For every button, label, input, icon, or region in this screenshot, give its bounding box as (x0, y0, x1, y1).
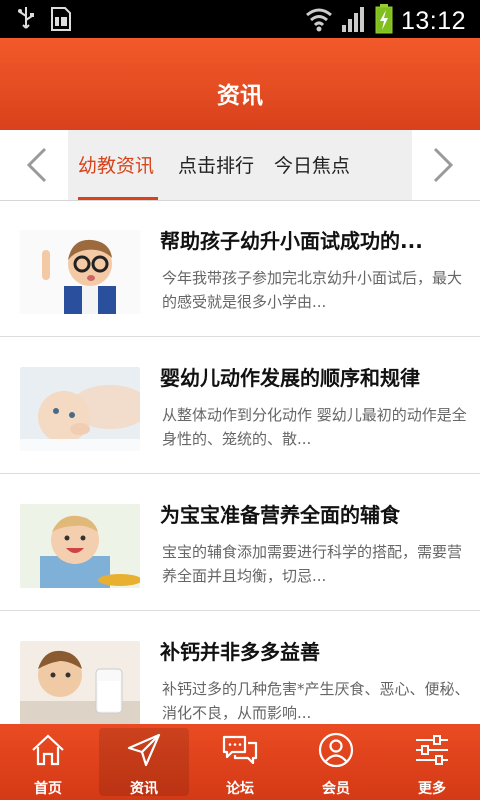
usb-icon (16, 6, 36, 36)
clock: 13:12 (400, 6, 466, 35)
nav-home[interactable]: 首页 (0, 724, 96, 800)
sim-icon (50, 6, 72, 36)
tabs-track: 幼教资讯 点击排行 今日焦点 (68, 130, 412, 200)
list-item[interactable]: 帮助孩子幼升小面试成功的... 今年我带孩子参加完北京幼升小面试后，最大的感受就… (0, 200, 480, 337)
wifi-icon (305, 5, 333, 37)
nav-more[interactable]: 更多 (384, 724, 480, 800)
nav-forum[interactable]: 论坛 (192, 724, 288, 800)
article-list: 帮助孩子幼升小面试成功的... 今年我带孩子参加完北京幼升小面试后，最大的感受就… (0, 200, 480, 724)
article-summary: 宝宝的辅食添加需要进行科学的搭配，需要营养全面并且均衡，切忌... (162, 543, 463, 585)
page-title: 资讯 (217, 83, 263, 109)
status-bar: 13:12 (0, 0, 480, 38)
tabs-next-button[interactable] (418, 140, 468, 190)
home-icon (30, 732, 66, 768)
article-summary: 补钙过多的几种危害*产生厌食、恶心、便秘、消化不良，从而影响... (162, 680, 470, 722)
article-title: 补钙并非多多益善 (160, 640, 320, 664)
tab-preschool-news[interactable]: 幼教资讯 (78, 130, 158, 200)
nav-label: 更多 (418, 781, 446, 797)
chat-icon (221, 732, 259, 768)
nav-member[interactable]: 会员 (288, 724, 384, 800)
article-title: 婴幼儿动作发展的顺序和规律 (160, 366, 420, 390)
article-title: 为宝宝准备营养全面的辅食 (160, 503, 400, 527)
sliders-icon (414, 732, 450, 768)
article-thumbnail (20, 367, 140, 451)
article-summary: 今年我带孩子参加完北京幼升小面试后，最大的感受就是很多小学由... (162, 269, 463, 311)
article-thumbnail (20, 641, 140, 724)
tab-today-focus[interactable]: 今日焦点 (274, 130, 350, 200)
send-icon (126, 732, 162, 768)
chevron-right-icon (433, 147, 454, 183)
battery-charging-icon (375, 4, 393, 38)
list-item[interactable]: 补钙并非多多益善 补钙过多的几种危害*产生厌食、恶心、便秘、消化不良，从而影响.… (0, 611, 480, 724)
article-thumbnail (20, 504, 140, 588)
category-tabs: 幼教资讯 点击排行 今日焦点 (0, 130, 480, 201)
nav-label: 首页 (34, 781, 62, 797)
list-item[interactable]: 婴幼儿动作发展的顺序和规律 从整体动作到分化动作 婴幼儿最初的动作是全身性的、笼… (0, 337, 480, 474)
article-title: 帮助孩子幼升小面试成功的... (160, 229, 423, 253)
nav-news[interactable]: 资讯 (96, 724, 192, 800)
nav-label: 资讯 (130, 781, 158, 797)
nav-label: 会员 (322, 781, 350, 797)
tab-click-ranking[interactable]: 点击排行 (178, 130, 254, 200)
signal-icon (341, 5, 367, 37)
chevron-left-icon (26, 147, 47, 183)
article-summary: 从整体动作到分化动作 婴幼儿最初的动作是全身性的、笼统的、散... (162, 406, 467, 448)
bottom-nav: 首页 资讯 论坛 会员 更多 (0, 724, 480, 800)
tabs-prev-button[interactable] (12, 140, 62, 190)
list-item[interactable]: 为宝宝准备营养全面的辅食 宝宝的辅食添加需要进行科学的搭配，需要营养全面并且均衡… (0, 474, 480, 611)
article-thumbnail (20, 230, 140, 314)
header: 资讯 (0, 38, 480, 130)
nav-label: 论坛 (226, 781, 254, 797)
user-icon (318, 732, 354, 768)
